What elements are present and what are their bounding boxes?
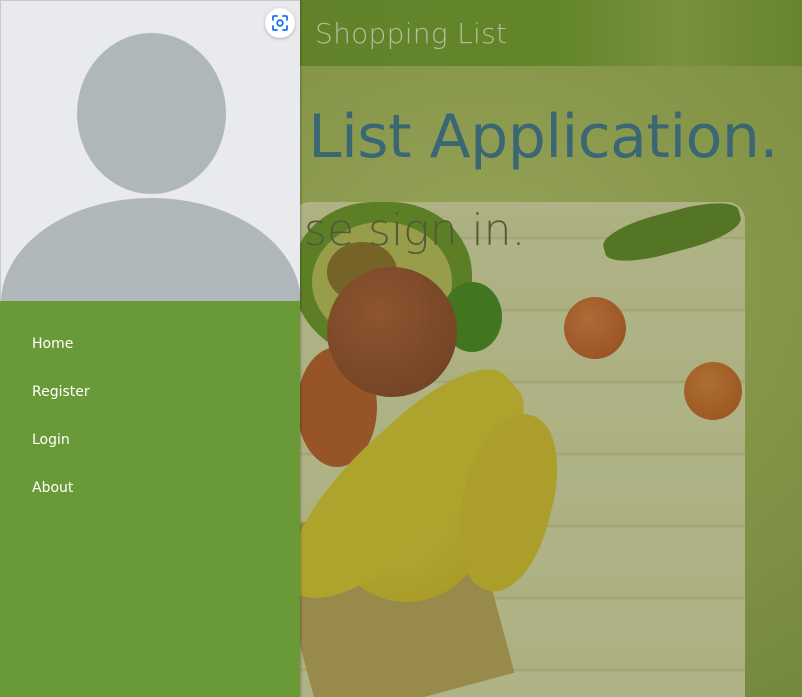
avatar-placeholder-icon xyxy=(77,33,226,194)
drawer-header xyxy=(0,0,300,301)
drawer-nav-list: Home Register Login About xyxy=(0,320,300,512)
nav-item-register[interactable]: Register xyxy=(0,368,300,416)
avatar-body-shape xyxy=(1,198,300,301)
nav-item-home[interactable]: Home xyxy=(0,320,300,368)
navigation-drawer: Home Register Login About xyxy=(0,0,300,697)
lens-scan-button[interactable] xyxy=(265,8,295,38)
nav-item-about[interactable]: About xyxy=(0,464,300,512)
nav-item-login[interactable]: Login xyxy=(0,416,300,464)
nav-item-label: Register xyxy=(32,384,90,400)
nav-item-label: Login xyxy=(32,432,70,448)
nav-item-label: About xyxy=(32,480,74,496)
lens-scan-icon xyxy=(272,15,288,31)
nav-item-label: Home xyxy=(32,336,74,352)
